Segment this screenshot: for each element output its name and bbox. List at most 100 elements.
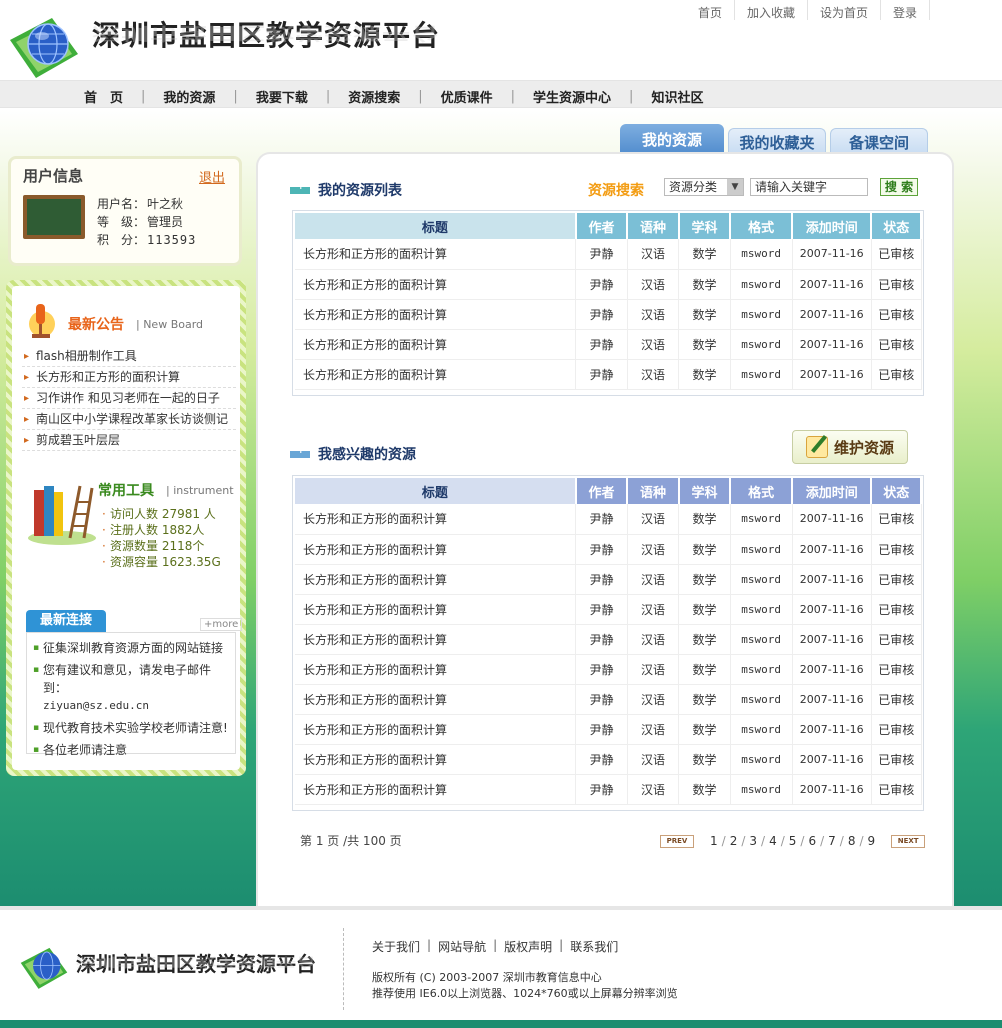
cell-title[interactable]: 长方形和正方形的面积计算 xyxy=(295,534,577,565)
cell-subject: 数学 xyxy=(678,744,731,775)
nav-item[interactable]: 我的资源 | xyxy=(163,87,255,106)
prev-page-button[interactable]: PREV xyxy=(660,834,694,848)
column-header[interactable]: 添加时间 xyxy=(792,213,873,239)
table-row[interactable]: 长方形和正方形的面积计算 尹静 汉语 数学 msword 2007-11-16 已审核 xyxy=(295,239,922,270)
page-number[interactable]: 6 xyxy=(806,834,818,848)
cell-title[interactable]: 长方形和正方形的面积计算 xyxy=(295,624,577,655)
nav-item[interactable]: 学生资源中心 | xyxy=(533,87,651,106)
column-header[interactable]: 标题 xyxy=(295,478,577,504)
cell-date: 2007-11-16 xyxy=(792,594,872,625)
toplink-set-home[interactable]: 设为首页 xyxy=(808,0,881,20)
nav-item[interactable]: 首 页 | xyxy=(84,87,163,106)
column-header[interactable]: 格式 xyxy=(730,213,793,239)
notice-item[interactable]: 南山区中小学课程改革家长访谈侧记 xyxy=(22,409,236,430)
cell-title[interactable]: 长方形和正方形的面积计算 xyxy=(295,564,577,595)
globe-logo-icon[interactable] xyxy=(6,10,82,82)
page-number[interactable]: 4 xyxy=(767,834,779,848)
logout-link[interactable]: 退出 xyxy=(199,167,225,186)
table-row[interactable]: 长方形和正方形的面积计算 尹静 汉语 数学 msword 2007-11-16 已审核 xyxy=(295,564,922,595)
table-row[interactable]: 长方形和正方形的面积计算 尹静 汉语 数学 msword 2007-11-16 已审核 xyxy=(295,594,922,625)
notice-item[interactable]: 习作讲作 和见习老师在一起的日子 xyxy=(22,388,236,409)
toplink-favorite[interactable]: 加入收藏 xyxy=(735,0,808,20)
cell-title[interactable]: 长方形和正方形的面积计算 xyxy=(295,654,577,685)
nav-item[interactable]: 资源搜索 | xyxy=(348,87,440,106)
table-row[interactable]: 长方形和正方形的面积计算 尹静 汉语 数学 msword 2007-11-16 已审核 xyxy=(295,774,922,805)
footer-link-about[interactable]: 关于我们 xyxy=(372,938,420,955)
page-number[interactable]: 1 xyxy=(708,834,720,848)
link-item[interactable]: 现代教育技术实验学校老师请注意! xyxy=(33,719,229,737)
cell-title[interactable]: 长方形和正方形的面积计算 xyxy=(295,774,577,805)
cell-language: 汉语 xyxy=(627,774,680,805)
chevron-down-icon[interactable]: ▼ xyxy=(727,179,743,195)
footer-link-sitemap[interactable]: 网站导航 xyxy=(438,938,486,955)
globe-logo-icon xyxy=(20,947,68,989)
cell-format: msword xyxy=(730,594,793,625)
page-number[interactable]: 5 xyxy=(787,834,799,848)
maintain-resources-button[interactable]: 维护资源 xyxy=(792,430,908,464)
link-item[interactable]: 您有建议和意见，请发电子邮件到：ziyuan@sz.edu.cn xyxy=(33,661,229,715)
cell-author: 尹静 xyxy=(575,774,628,805)
toplink-home[interactable]: 首页 xyxy=(686,0,735,20)
books-ladder-icon xyxy=(28,485,96,545)
cell-title[interactable]: 长方形和正方形的面积计算 xyxy=(295,299,577,330)
cell-title[interactable]: 长方形和正方形的面积计算 xyxy=(295,239,577,270)
table-row[interactable]: 长方形和正方形的面积计算 尹静 汉语 数学 msword 2007-11-16 已审核 xyxy=(295,504,922,535)
cell-author: 尹静 xyxy=(575,504,628,535)
cell-title[interactable]: 长方形和正方形的面积计算 xyxy=(295,594,577,625)
table-row[interactable]: 长方形和正方形的面积计算 尹静 汉语 数学 msword 2007-11-16 已审核 xyxy=(295,329,922,360)
cell-status: 已审核 xyxy=(871,654,922,685)
nav-item[interactable]: 优质课件 | xyxy=(441,87,533,106)
column-header[interactable]: 学科 xyxy=(678,478,732,504)
column-header[interactable]: 状态 xyxy=(871,213,922,239)
column-header[interactable]: 语种 xyxy=(627,213,680,239)
cell-title[interactable]: 长方形和正方形的面积计算 xyxy=(295,329,577,360)
table-row[interactable]: 长方形和正方形的面积计算 尹静 汉语 数学 msword 2007-11-16 已审核 xyxy=(295,299,922,330)
search-input[interactable] xyxy=(750,178,868,196)
page-number[interactable]: 7 xyxy=(826,834,838,848)
table-row[interactable]: 长方形和正方形的面积计算 尹静 汉语 数学 msword 2007-11-16 已审核 xyxy=(295,624,922,655)
nav-item[interactable]: 我要下载 | xyxy=(256,87,348,106)
more-link[interactable]: +more xyxy=(200,618,243,631)
table-row[interactable]: 长方形和正方形的面积计算 尹静 汉语 数学 msword 2007-11-16 已审核 xyxy=(295,714,922,745)
page-number[interactable]: 2 xyxy=(728,834,740,848)
table-row[interactable]: 长方形和正方形的面积计算 尹静 汉语 数学 msword 2007-11-16 已审核 xyxy=(295,654,922,685)
column-header[interactable]: 作者 xyxy=(575,213,629,239)
category-select[interactable]: 资源分类 ▼ xyxy=(664,178,744,196)
footer-link-copyright[interactable]: 版权声明 xyxy=(504,938,552,955)
table-row[interactable]: 长方形和正方形的面积计算 尹静 汉语 数学 msword 2007-11-16 已审核 xyxy=(295,359,922,390)
column-header[interactable]: 状态 xyxy=(871,478,922,504)
notice-item[interactable]: 长方形和正方形的面积计算 xyxy=(22,367,236,388)
notice-item[interactable]: 剪成碧玉叶层层 xyxy=(22,430,236,451)
cell-title[interactable]: 长方形和正方形的面积计算 xyxy=(295,714,577,745)
cell-title[interactable]: 长方形和正方形的面积计算 xyxy=(295,504,577,535)
notice-title: 最新公告 xyxy=(68,317,124,333)
link-item[interactable]: 各位老师请注意 xyxy=(33,741,229,759)
cell-title[interactable]: 长方形和正方形的面积计算 xyxy=(295,684,577,715)
table-row[interactable]: 长方形和正方形的面积计算 尹静 汉语 数学 msword 2007-11-16 已审核 xyxy=(295,744,922,775)
table-row[interactable]: 长方形和正方形的面积计算 尹静 汉语 数学 msword 2007-11-16 已审核 xyxy=(295,684,922,715)
notice-item[interactable]: flash相册制作工具 xyxy=(22,346,236,367)
column-header[interactable]: 语种 xyxy=(627,478,680,504)
column-header[interactable]: 添加时间 xyxy=(792,478,873,504)
page-number[interactable]: 8 xyxy=(846,834,858,848)
cell-title[interactable]: 长方形和正方形的面积计算 xyxy=(295,744,577,775)
table-row[interactable]: 长方形和正方形的面积计算 尹静 汉语 数学 msword 2007-11-16 已审核 xyxy=(295,269,922,300)
link-item[interactable]: 征集深圳教育资源方面的网站链接 xyxy=(33,639,229,657)
column-header[interactable]: 格式 xyxy=(730,478,793,504)
column-header[interactable]: 标题 xyxy=(295,213,577,239)
page-number[interactable]: 3 xyxy=(747,834,759,848)
column-header[interactable]: 作者 xyxy=(575,478,629,504)
table-row[interactable]: 长方形和正方形的面积计算 尹静 汉语 数学 msword 2007-11-16 已审核 xyxy=(295,534,922,565)
page-number[interactable]: 9 xyxy=(866,834,878,848)
cell-format: msword xyxy=(730,239,793,270)
tools-title: 常用工具 xyxy=(98,483,154,499)
nav-item[interactable]: 知识社区 xyxy=(651,87,703,106)
column-header[interactable]: 学科 xyxy=(678,213,732,239)
footer-link-contact[interactable]: 联系我们 xyxy=(570,938,618,955)
toplink-login[interactable]: 登录 xyxy=(881,0,930,20)
cell-title[interactable]: 长方形和正方形的面积计算 xyxy=(295,359,577,390)
cell-title[interactable]: 长方形和正方形的面积计算 xyxy=(295,269,577,300)
next-page-button[interactable]: NEXT xyxy=(891,834,926,848)
search-button[interactable]: 搜 索 xyxy=(880,178,918,196)
contact-email[interactable]: ziyuan@sz.edu.cn xyxy=(43,697,229,715)
